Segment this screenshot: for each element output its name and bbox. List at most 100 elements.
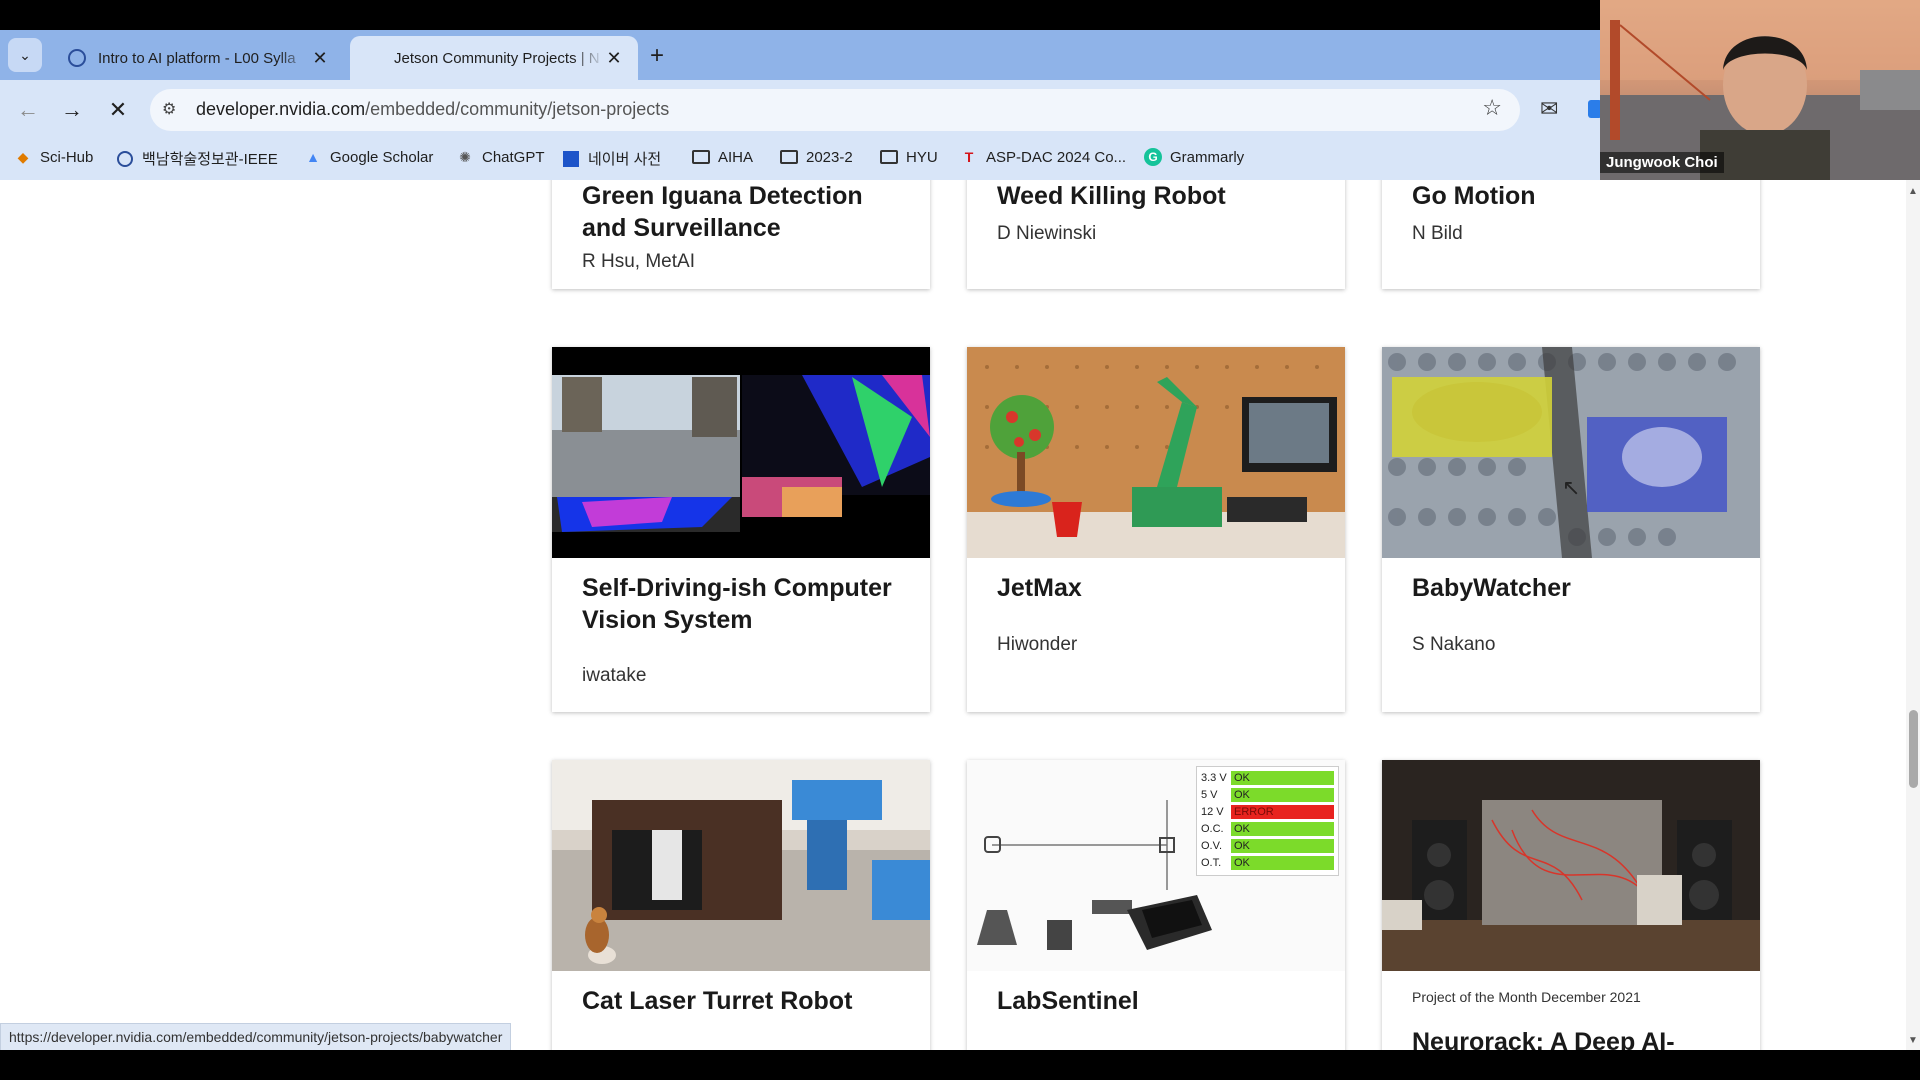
tab-search-button[interactable]: ⌄ [8,38,42,72]
status-value: OK [1231,771,1334,785]
card-title[interactable]: Self-Driving-ish Computer Vision System [582,572,912,636]
bookmark-google-scholar[interactable]: ▲ Google Scholar [304,148,433,166]
bookmark-grammarly[interactable]: G Grammarly [1144,148,1244,166]
tab-title: Jetson Community Projects | N [394,49,600,67]
bookmark-asp-dac[interactable]: T ASP-DAC 2024 Co... [960,148,1126,166]
card-author: R Hsu, MetAI [582,251,695,272]
status-label: 12 V [1201,806,1224,818]
card-title[interactable]: JetMax [997,572,1327,604]
bookmark-sci-hub[interactable]: ◆ Sci-Hub [14,148,94,166]
grammarly-icon: G [1144,148,1162,166]
loading-icon [364,49,382,67]
project-thumbnail[interactable]: 3.3 V OK 5 V OK 12 V ERROR O.C. OK O.V. OK O.T. OK [967,760,1345,971]
project-thumbnail[interactable] [1382,347,1760,558]
folder-icon [780,148,798,166]
back-button[interactable]: ← [12,94,44,126]
browser-toolbar: ← → ✕ ⚙ developer.nvidia.com/embedded/co… [0,80,1602,140]
scrollbar-thumb[interactable] [1909,710,1918,788]
chevron-down-icon: ⌄ [19,46,31,63]
status-row: O.T. OK [1201,855,1334,871]
tab-intro-ai[interactable]: Intro to AI platform - L00 Sylla ✕ [54,36,344,80]
plus-icon: + [650,42,665,69]
status-value: OK [1231,822,1334,836]
card-title[interactable]: LabSentinel [997,985,1327,1017]
card-title[interactable]: Green Iguana Detection and Surveillance [582,180,912,244]
project-thumbnail[interactable] [552,347,930,558]
card-author: D Niewinski [997,223,1097,244]
scroll-up-icon[interactable]: ▲ [1908,186,1918,197]
bookmark-folder-hyu[interactable]: HYU [880,148,938,166]
card-title[interactable]: BabyWatcher [1412,572,1742,604]
project-card-cat-laser-turret[interactable]: Cat Laser Turret Robot [552,760,930,1050]
bookmark-naver-dictionary[interactable]: 네이버 사전 [562,148,661,169]
scroll-down-icon[interactable]: ▼ [1908,1035,1918,1046]
card-title[interactable]: Go Motion [1412,180,1742,212]
screen: ⌄ Intro to AI platform - L00 Sylla ✕ Jet… [0,0,1920,1080]
project-thumbnail[interactable] [967,347,1345,558]
stop-loading-button[interactable]: ✕ [102,94,134,126]
card-author: Hiwonder [997,634,1078,655]
video-call-overlay[interactable]: Jungwook Choi [1600,0,1920,180]
status-value: OK [1231,788,1334,802]
address-bar[interactable]: ⚙ developer.nvidia.com/embedded/communit… [150,89,1520,131]
status-value: ERROR [1231,805,1334,819]
aspdac-icon: T [964,149,974,165]
participant-name-label: Jungwook Choi [1600,152,1724,173]
mouse-cursor-icon: ↖ [1562,475,1581,500]
status-row: 12 V ERROR [1201,804,1334,820]
close-icon: ✕ [108,97,128,122]
status-row: O.C. OK [1201,821,1334,837]
bookmark-library-ieee[interactable]: 백남학술정보관-IEEE [116,148,278,169]
status-label: 3.3 V [1201,772,1227,784]
bookmark-star-icon[interactable]: ☆ [1482,95,1502,121]
chatgpt-icon: ✺ [459,148,471,165]
folder-icon [880,148,898,166]
card-title[interactable]: Neurorack: A Deep AI- [1412,1026,1742,1050]
project-card-neurorack[interactable]: Project of the Month December 2021 Neuro… [1382,760,1760,1050]
library-icon [116,150,134,168]
status-row: 3.3 V OK [1201,770,1334,786]
page-scrollbar[interactable]: ▲ ▼ [1906,180,1920,1050]
project-card-green-iguana[interactable]: Green Iguana Detection and Surveillance … [552,180,930,289]
naver-icon [562,150,580,168]
close-icon[interactable]: ✕ [604,48,624,69]
status-row: 5 V OK [1201,787,1334,803]
project-card-weed-killing-robot[interactable]: Weed Killing Robot D Niewinski [967,180,1345,289]
sci-hub-icon: ◆ [17,148,29,165]
bookmark-folder-2023-2[interactable]: 2023-2 [780,148,853,166]
forward-button[interactable]: → [56,94,88,126]
project-thumbnail[interactable] [1382,760,1760,971]
scholar-icon: ▲ [306,149,320,165]
card-author: iwatake [582,665,647,686]
url-text[interactable]: developer.nvidia.com/embedded/community/… [196,99,669,120]
bookmark-chatgpt[interactable]: ✺ ChatGPT [456,148,544,166]
site-settings-icon[interactable]: ⚙ [162,99,176,119]
project-card-jetmax[interactable]: JetMax Hiwonder [967,347,1345,712]
new-tab-button[interactable]: + [650,42,664,70]
project-card-labsentinel[interactable]: 3.3 V OK 5 V OK 12 V ERROR O.C. OK O.V. OK O.T. OK … [967,760,1345,1050]
status-value: OK [1231,856,1334,870]
project-of-month-kicker: Project of the Month December 2021 [1412,989,1641,1005]
mail-extension-icon[interactable]: ✉ [1540,96,1558,122]
page-content: Green Iguana Detection and Surveillance … [0,180,1920,1050]
bookmarks-bar: ◆ Sci-Hub 백남학술정보관-IEEE ▲ Google Scholar … [0,140,1600,180]
course-site-icon [68,49,86,67]
project-card-go-motion[interactable]: Go Motion N Bild [1382,180,1760,289]
card-title[interactable]: Weed Killing Robot [997,180,1327,212]
tab-title: Intro to AI platform - L00 Sylla [98,49,296,67]
status-label: O.C. [1201,823,1224,835]
status-rows: 3.3 V OK 5 V OK 12 V ERROR O.C. OK O.V. OK O.T. OK [1201,770,1334,871]
project-thumbnail[interactable] [552,760,930,971]
link-status-bubble: https://developer.nvidia.com/embedded/co… [0,1023,512,1052]
tab-jetson-projects[interactable]: Jetson Community Projects | N ✕ [350,36,638,80]
project-card-babywatcher[interactable]: BabyWatcher S Nakano [1382,347,1760,712]
arrow-right-icon: → [61,97,83,122]
bookmark-folder-aiha[interactable]: AIHA [692,148,753,166]
status-value: OK [1231,839,1334,853]
close-icon[interactable]: ✕ [310,48,330,69]
project-card-self-driving-ish[interactable]: Self-Driving-ish Computer Vision System … [552,347,930,712]
arrow-left-icon: ← [17,97,39,122]
card-title[interactable]: Cat Laser Turret Robot [582,985,912,1017]
status-label: O.T. [1201,857,1222,869]
folder-icon [692,148,710,166]
